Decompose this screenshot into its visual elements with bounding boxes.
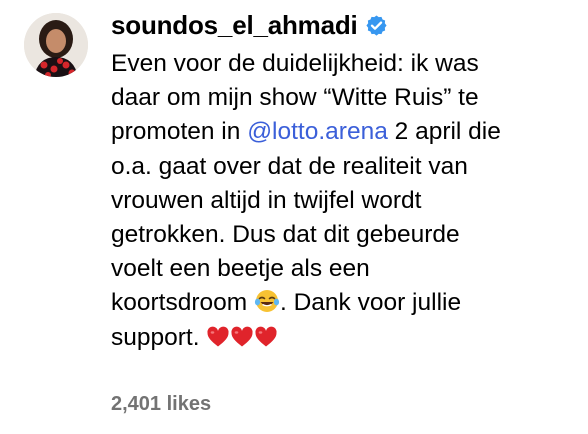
comment-text-fragment: promoten in: [111, 118, 248, 146]
tears-of-joy-emoji-icon: [254, 288, 280, 324]
red-heart-emoji-icon: [254, 325, 278, 359]
comment-text-fragment: koortsdroom: [111, 289, 254, 317]
comment-text-fragment: . Dank voor jullie: [279, 289, 462, 317]
red-heart-emoji-icon: [206, 325, 230, 359]
verified-badge-icon: [365, 14, 388, 37]
comment-text: Even voor de duidelijkheid: ik was daar …: [111, 47, 576, 355]
mention-link-lotto-arena[interactable]: @lotto.arena: [247, 118, 388, 145]
comment-line: vrouwen altijd in twijfel wordt: [111, 186, 422, 214]
comment-line: support.: [111, 321, 576, 355]
comment-text-fragment: support.: [111, 323, 207, 351]
likes-count[interactable]: 2,401 likes: [111, 393, 211, 416]
comment-line: promoten in @lotto.arena 2 april die: [111, 115, 576, 149]
comment-line: koortsdroom . Dank voor jullie: [111, 286, 576, 320]
profile-avatar[interactable]: [24, 13, 88, 77]
username-link[interactable]: soundos_el_ahmadi: [111, 10, 358, 41]
comment-line: voelt een beetje als een: [111, 255, 370, 283]
comment-header: soundos_el_ahmadi: [111, 10, 388, 41]
comment-text-fragment: 2 april die: [387, 118, 501, 146]
comment-line: Even voor de duidelijkheid: ik was: [111, 50, 479, 77]
comment-line: getrokken. Dus dat dit gebeurde: [111, 220, 460, 248]
avatar-image: [24, 13, 88, 77]
comment-line: daar om mijn show “Witte Ruis” te: [111, 84, 479, 112]
comment-line: o.a. gaat over dat de realiteit van: [111, 152, 468, 180]
red-heart-emoji-icon: [230, 325, 254, 359]
